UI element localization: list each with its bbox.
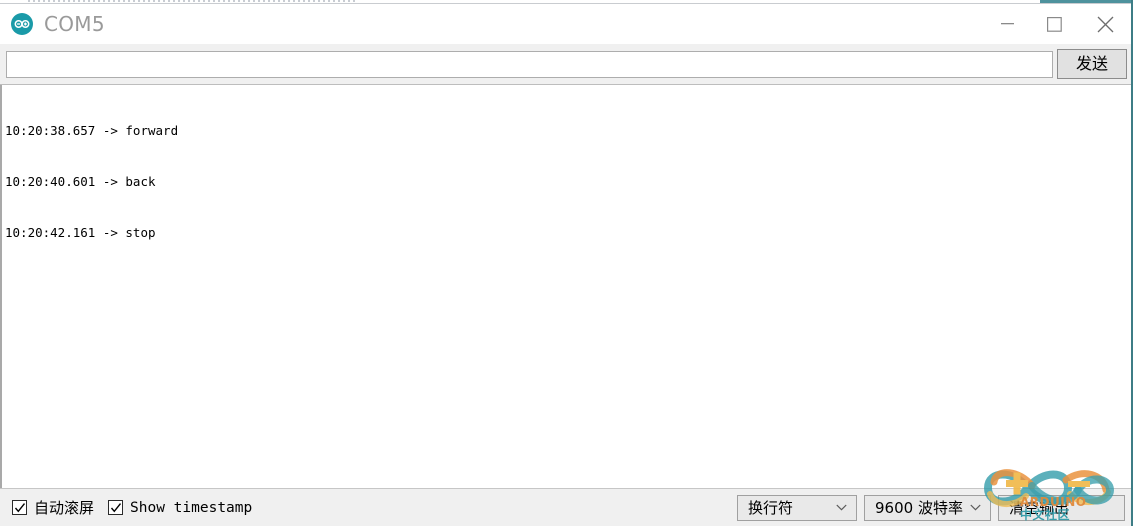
arduino-infinity-icon [11, 13, 33, 35]
console-line-list: 10:20:38.657 -> forward 10:20:40.601 -> … [5, 88, 178, 275]
line-ending-dropdown[interactable]: 换行符 [737, 494, 857, 521]
status-bar: 自动滚屏 Show timestamp 换行符 9600 波特率 清空输出 [0, 488, 1131, 526]
serial-monitor-window: COM5 发送 10:20:38.657 -> forward 10:20:40… [0, 0, 1133, 526]
checkmark-icon [108, 500, 124, 515]
console-line: 10:20:40.601 -> back [5, 174, 156, 189]
close-button[interactable] [1078, 4, 1131, 44]
chevron-down-icon [964, 504, 990, 511]
clear-output-button[interactable]: 清空输出 [998, 494, 1125, 521]
checkmark-icon [12, 500, 27, 515]
top-teal-artifact [1040, 0, 1131, 3]
send-button[interactable]: 发送 [1057, 49, 1127, 79]
serial-output-area[interactable]: 10:20:38.657 -> forward 10:20:40.601 -> … [0, 84, 1131, 488]
console-line: 10:20:38.657 -> forward [5, 123, 179, 138]
autoscroll-checkbox[interactable]: 自动滚屏 [12, 489, 94, 526]
command-input[interactable] [6, 50, 1053, 78]
console-line: 10:20:42.161 -> stop [5, 225, 156, 240]
minimize-button[interactable] [984, 4, 1031, 44]
top-dotted-artifact [28, 0, 358, 2]
title-bar: COM5 [0, 4, 1131, 44]
baud-rate-dropdown[interactable]: 9600 波特率 [864, 494, 991, 521]
console-left-edge [0, 85, 2, 488]
window-controls [984, 4, 1131, 44]
show-timestamp-label: Show timestamp [130, 499, 253, 516]
baud-rate-value: 9600 波特率 [875, 499, 963, 517]
send-row: 发送 [0, 44, 1131, 84]
line-ending-value: 换行符 [748, 499, 794, 517]
maximize-button[interactable] [1031, 4, 1078, 44]
clear-output-label: 清空输出 [1009, 499, 1070, 517]
window-title: COM5 [44, 12, 105, 36]
show-timestamp-checkbox[interactable]: Show timestamp [108, 489, 252, 526]
chevron-down-icon [830, 504, 856, 511]
autoscroll-label: 自动滚屏 [34, 499, 95, 517]
